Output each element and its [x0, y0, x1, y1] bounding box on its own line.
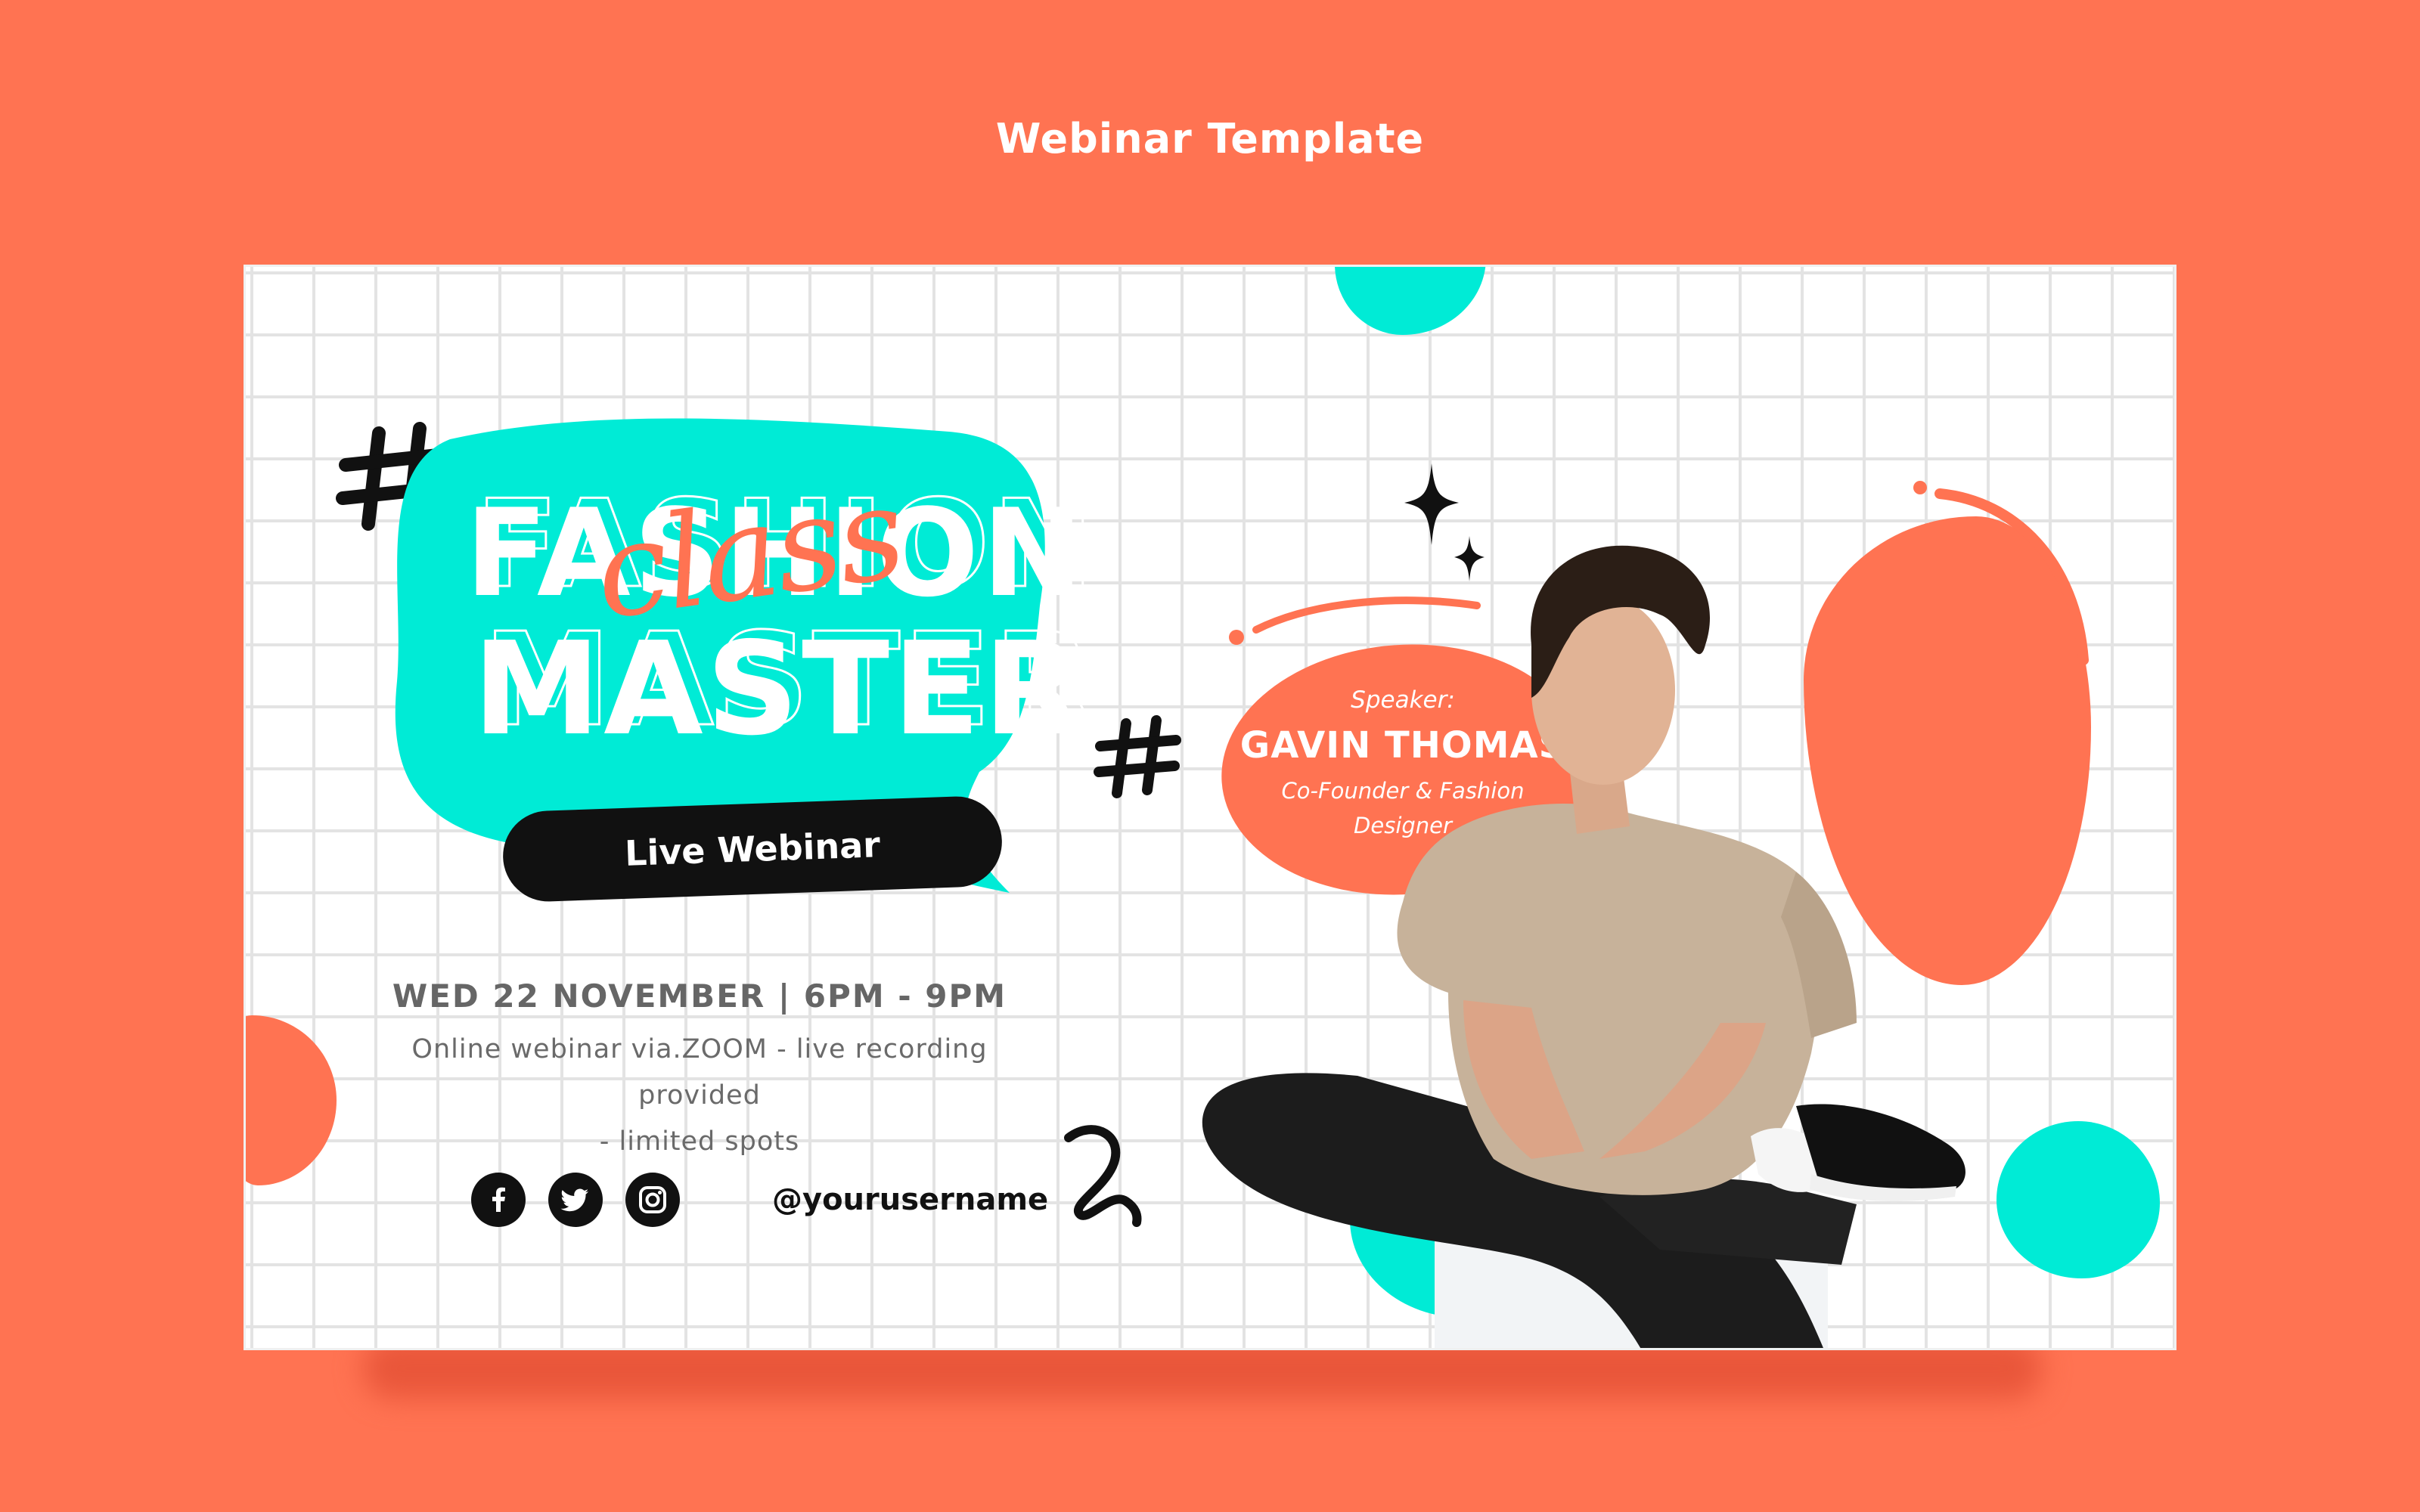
headline-bottom: MASTER [473, 615, 1086, 764]
event-description: Online webinar via.ZOOM - live recording… [382, 1027, 1017, 1165]
event-date-time: WED 22 NOVEMBER | 6PM - 9PM [392, 978, 1007, 1015]
social-row: @yourusername [471, 1173, 1048, 1227]
social-username: @yourusername [772, 1182, 1049, 1217]
hashtag-doodle-small-icon [1094, 715, 1181, 798]
webinar-banner: FASHION FASHION class MASTER MASTER Live… [244, 265, 2176, 1350]
description-line-2: - limited spots [599, 1126, 800, 1157]
teal-blob-top [1335, 267, 1486, 335]
facebook-icon[interactable] [471, 1173, 526, 1227]
live-webinar-badge: Live Webinar [501, 795, 1004, 903]
squiggle-doodle-icon [1064, 1125, 1142, 1227]
description-line-1: Online webinar via.ZOOM - live recording… [411, 1034, 988, 1111]
instagram-icon[interactable] [625, 1173, 680, 1227]
coral-blob-left [246, 1015, 337, 1185]
page-title: Webinar Template [995, 115, 1425, 163]
teal-blob-bottom-right [1996, 1121, 2160, 1278]
twitter-icon[interactable] [548, 1173, 603, 1227]
speaker-photo [1202, 545, 1965, 1348]
live-webinar-label: Live Webinar [624, 824, 881, 874]
